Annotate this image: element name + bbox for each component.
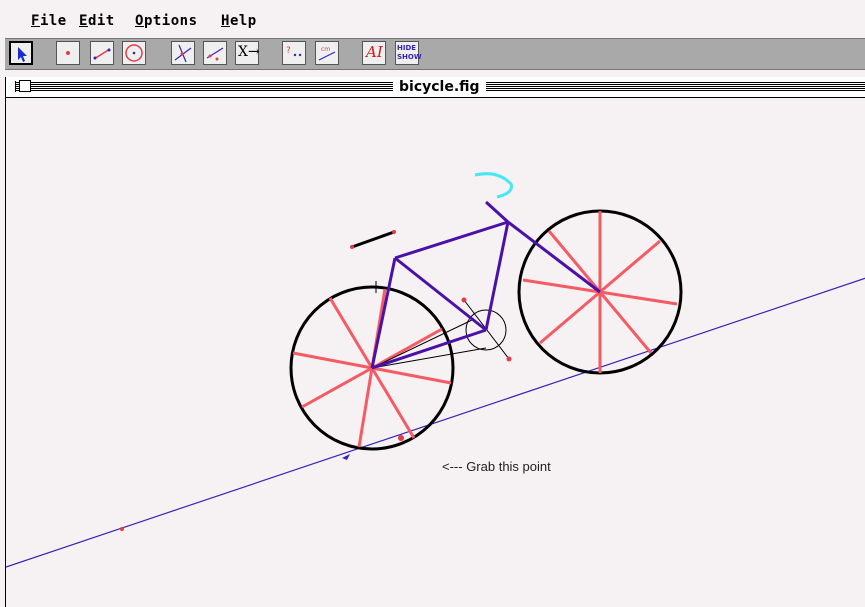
toolbar: X→ ? cm AI HIDE SHOW bbox=[5, 38, 865, 70]
menu-bar: File Edit Options Help bbox=[0, 0, 865, 34]
point-tool-button[interactable] bbox=[56, 41, 80, 65]
measure-tool-button[interactable]: cm bbox=[315, 41, 339, 65]
text-tool-label: AI bbox=[366, 43, 383, 61]
segment-icon bbox=[93, 48, 111, 60]
text-tool-button[interactable]: AI bbox=[362, 41, 386, 65]
grab-point[interactable] bbox=[398, 435, 404, 441]
menu-options[interactable]: Options bbox=[135, 13, 198, 29]
svg-text:?: ? bbox=[286, 46, 291, 56]
pointer-tool-button[interactable] bbox=[9, 41, 33, 65]
circle-icon bbox=[125, 44, 143, 62]
segment-tool-button[interactable] bbox=[90, 41, 114, 65]
macro-icon: ? bbox=[286, 46, 302, 57]
construct-line-tool-button[interactable] bbox=[171, 41, 195, 65]
bicycle-frame[interactable] bbox=[370, 200, 601, 370]
ground-line-arrow-icon bbox=[342, 454, 350, 460]
document-window: bicycle.fig <--- Grab this point bbox=[5, 77, 865, 607]
seat[interactable] bbox=[351, 230, 395, 249]
pedal-point-bottom[interactable] bbox=[506, 356, 512, 362]
hide-label: HIDE bbox=[397, 44, 417, 52]
transform-tool-button[interactable]: X→ bbox=[235, 41, 260, 65]
ray-icon bbox=[206, 47, 224, 61]
grab-point-annotation: <--- Grab this point bbox=[442, 459, 551, 474]
transform-tool-label: X→ bbox=[238, 44, 260, 60]
macro-tool-button[interactable]: ? bbox=[282, 41, 306, 65]
handlebar[interactable] bbox=[474, 172, 513, 199]
chain-upper bbox=[371, 319, 473, 369]
geometry-figure[interactable] bbox=[6, 98, 865, 607]
pedal-point-top[interactable] bbox=[461, 297, 467, 303]
circle-tool-button[interactable] bbox=[122, 41, 146, 65]
construct-ray-tool-button[interactable] bbox=[203, 41, 227, 65]
menu-file[interactable]: File bbox=[31, 13, 67, 29]
window-title-bar[interactable]: bicycle.fig bbox=[6, 77, 865, 98]
menu-help[interactable]: Help bbox=[221, 13, 257, 29]
menu-edit[interactable]: Edit bbox=[79, 13, 115, 29]
close-box-icon[interactable] bbox=[19, 80, 31, 92]
ground-point[interactable] bbox=[120, 527, 124, 531]
arrow-pointer-icon bbox=[18, 47, 27, 62]
point-icon bbox=[66, 51, 70, 55]
show-label: SHOW bbox=[397, 53, 422, 61]
intersecting-lines-icon bbox=[174, 44, 192, 63]
window-grow-marker bbox=[9, 81, 16, 92]
measure-icon: cm bbox=[318, 46, 336, 61]
seat-point-front[interactable] bbox=[392, 230, 396, 234]
seat-point-rear[interactable] bbox=[350, 245, 354, 249]
svg-text:cm: cm bbox=[321, 46, 330, 53]
drawing-canvas[interactable]: <--- Grab this point bbox=[6, 98, 865, 607]
hide-show-tool-button[interactable]: HIDE SHOW bbox=[395, 41, 422, 65]
crosshair-cursor-icon bbox=[370, 281, 382, 293]
ground-line[interactable] bbox=[6, 277, 865, 568]
window-title: bicycle.fig bbox=[393, 77, 486, 97]
